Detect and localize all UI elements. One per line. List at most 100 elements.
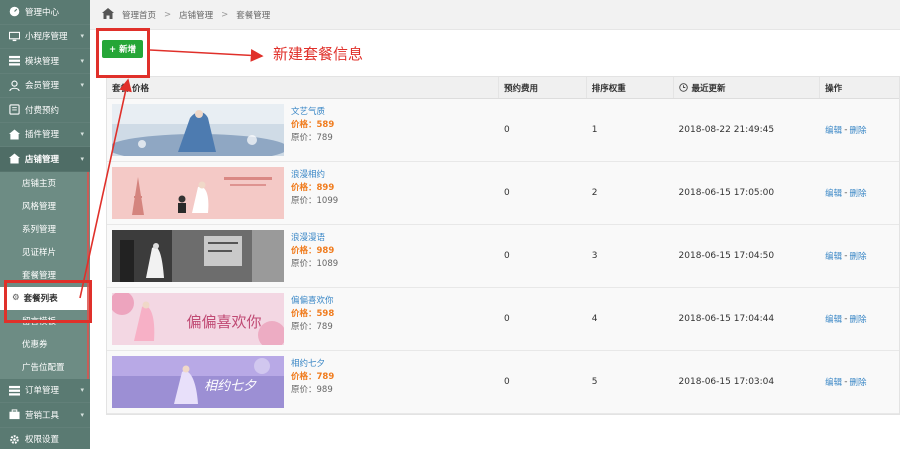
delete-link[interactable]: 删除 <box>849 187 866 199</box>
sidebar-subitem[interactable]: 见证样片 <box>0 240 90 264</box>
edit-link[interactable]: 编辑 <box>825 376 842 388</box>
package-name-link[interactable]: 浪漫相约 <box>291 169 338 182</box>
chevron-down-icon: ▾ <box>80 410 84 419</box>
orig-prefix: 原价： <box>291 133 317 143</box>
ops-cell: 编辑 - 删除 <box>820 351 899 413</box>
delete-link[interactable]: 删除 <box>849 250 866 262</box>
table-row: 浪漫相约 价格：899 原价：1099 0 2 2018-06-15 17:05:00 编辑… <box>107 162 899 225</box>
sidebar-subitem[interactable]: 系列管理 <box>0 217 90 241</box>
header-updated: 最近更新 <box>674 77 821 98</box>
orig-prefix: 原价： <box>291 385 317 395</box>
fee-cell: 0 <box>503 188 510 198</box>
sidebar-item-order[interactable]: 订单管理 ▾ <box>0 379 90 403</box>
chevron-down-icon: ▾ <box>80 81 84 90</box>
sidebar-item-user[interactable]: 会员管理 ▾ <box>0 74 90 98</box>
package-price: 价格：598 <box>291 308 334 321</box>
ops-separator: - <box>844 125 848 135</box>
ops-cell: 编辑 - 删除 <box>820 99 899 161</box>
package-details: 浪漫相约 价格：899 原价：1099 <box>291 167 338 208</box>
package-thumbnail[interactable] <box>112 230 284 282</box>
package-info: 浪漫相约 价格：899 原价：1099 <box>112 167 338 219</box>
breadcrumb-separator: > <box>221 9 229 20</box>
package-info: 浪漫漫语 价格：989 原价：1089 <box>112 230 338 282</box>
monitor-icon <box>8 30 20 42</box>
price-prefix: 价格： <box>291 183 317 193</box>
package-name-link[interactable]: 文艺气质 <box>291 106 334 119</box>
delete-link[interactable]: 删除 <box>849 124 866 136</box>
svg-text:相约七夕: 相约七夕 <box>204 379 257 394</box>
order-icon <box>8 384 20 396</box>
chevron-down-icon: ▾ <box>80 56 84 65</box>
orig-value: 789 <box>316 322 333 332</box>
package-details: 文艺气质 价格：589 原价：789 <box>291 104 334 145</box>
delete-link[interactable]: 删除 <box>849 376 866 388</box>
sidebar-subitem[interactable]: 优惠券 <box>0 332 90 356</box>
header-package: 套餐 价格 <box>107 77 499 98</box>
weight-cell: 1 <box>591 125 598 135</box>
table-row: 相约七夕 相约七夕 价格：789 原价：989 0 5 2018-06-15 17:03:0… <box>107 351 899 414</box>
table-header: 套餐 价格 预约费用 排序权重 最近更新 操作 <box>107 77 899 99</box>
orig-value: 989 <box>316 385 333 395</box>
package-name-link[interactable]: 相约七夕 <box>291 358 334 371</box>
updated-cell: 2018-06-15 17:05:00 <box>678 188 775 198</box>
orig-value: 1099 <box>316 196 339 206</box>
chevron-down-icon: ▾ <box>80 386 84 395</box>
sidebar-subitem[interactable]: 店铺主页 <box>0 171 90 195</box>
store-icon <box>8 153 20 165</box>
sidebar-item-gear[interactable]: 权限设置 <box>0 428 90 449</box>
sidebar-item-plugin[interactable]: 插件管理 ▾ <box>0 123 90 147</box>
sidebar-subitem[interactable]: 风格管理 <box>0 194 90 218</box>
sidebar-item-dashboard[interactable]: 管理中心 <box>0 0 90 25</box>
package-name-link[interactable]: 偏偏喜欢你 <box>291 295 334 308</box>
fee-cell: 0 <box>503 314 510 324</box>
package-info: 偏偏喜欢你 偏偏喜欢你 价格：598 原价：789 <box>112 293 334 345</box>
package-info: 文艺气质 价格：589 原价：789 <box>112 104 334 156</box>
package-table: 套餐 价格 预约费用 排序权重 最近更新 操作 文艺气质 价格：589 原价：789… <box>106 76 900 415</box>
header-weight: 排序权重 <box>587 77 674 98</box>
price-prefix: 价格： <box>291 246 317 256</box>
table-row: 文艺气质 价格：589 原价：789 0 1 2018-08-22 21:49:45 编辑 -… <box>107 99 899 162</box>
sidebar-item-module[interactable]: 模块管理 ▾ <box>0 49 90 74</box>
annotation-label: 新建套餐信息 <box>273 45 364 63</box>
table-body: 文艺气质 价格：589 原价：789 0 1 2018-08-22 21:49:45 编辑 -… <box>107 99 899 414</box>
breadcrumb-home[interactable]: 管理首页 <box>122 9 156 21</box>
package-price: 价格：989 <box>291 245 338 258</box>
marketing-icon <box>8 409 20 421</box>
dashboard-icon <box>8 6 20 18</box>
package-cell: 偏偏喜欢你 偏偏喜欢你 价格：598 原价：789 <box>107 288 499 350</box>
ops-cell: 编辑 - 删除 <box>820 162 899 224</box>
delete-link[interactable]: 删除 <box>849 313 866 325</box>
package-details: 相约七夕 价格：789 原价：989 <box>291 356 334 397</box>
sidebar-item-payment[interactable]: 付费预约 <box>0 98 90 123</box>
sidebar-item-label: 营销工具 <box>25 410 60 421</box>
updated-cell: 2018-06-15 17:03:04 <box>678 377 775 387</box>
sidebar-subitem[interactable]: 广告位配置 <box>0 355 90 379</box>
breadcrumb-store[interactable]: 店铺管理 <box>179 9 213 21</box>
sidebar-item-store[interactable]: 店铺管理 ▾ <box>0 147 90 172</box>
sidebar-item-monitor[interactable]: 小程序管理 ▾ <box>0 25 90 49</box>
package-thumbnail[interactable] <box>112 167 284 219</box>
edit-link[interactable]: 编辑 <box>825 250 842 262</box>
ops-separator: - <box>844 251 848 261</box>
package-thumbnail[interactable]: 相约七夕 <box>112 356 284 408</box>
svg-text:偏偏喜欢你: 偏偏喜欢你 <box>186 313 261 331</box>
package-thumbnail[interactable] <box>112 104 284 156</box>
package-details: 浪漫漫语 价格：989 原价：1089 <box>291 230 338 271</box>
user-icon <box>8 79 20 91</box>
package-thumbnail[interactable]: 偏偏喜欢你 <box>112 293 284 345</box>
package-name-link[interactable]: 浪漫漫语 <box>291 232 338 245</box>
payment-icon <box>8 104 20 116</box>
price-value: 598 <box>316 309 335 319</box>
home-icon[interactable] <box>102 7 114 22</box>
updated-cell: 2018-06-15 17:04:44 <box>678 314 775 324</box>
price-value: 789 <box>316 372 335 382</box>
package-cell: 浪漫相约 价格：899 原价：1099 <box>107 162 499 224</box>
sidebar-item-marketing[interactable]: 营销工具 ▾ <box>0 403 90 428</box>
gear-icon <box>8 433 20 445</box>
fee-cell: 0 <box>503 251 510 261</box>
sidebar: 管理中心 小程序管理 ▾ 模块管理 ▾ 会员管理 ▾ 付费预约 插件管理 ▾ 店铺管理 ▾ 店铺主页 风格… <box>0 0 90 449</box>
edit-link[interactable]: 编辑 <box>825 187 842 199</box>
edit-link[interactable]: 编辑 <box>825 124 842 136</box>
weight-cell: 2 <box>591 188 598 198</box>
edit-link[interactable]: 编辑 <box>825 313 842 325</box>
